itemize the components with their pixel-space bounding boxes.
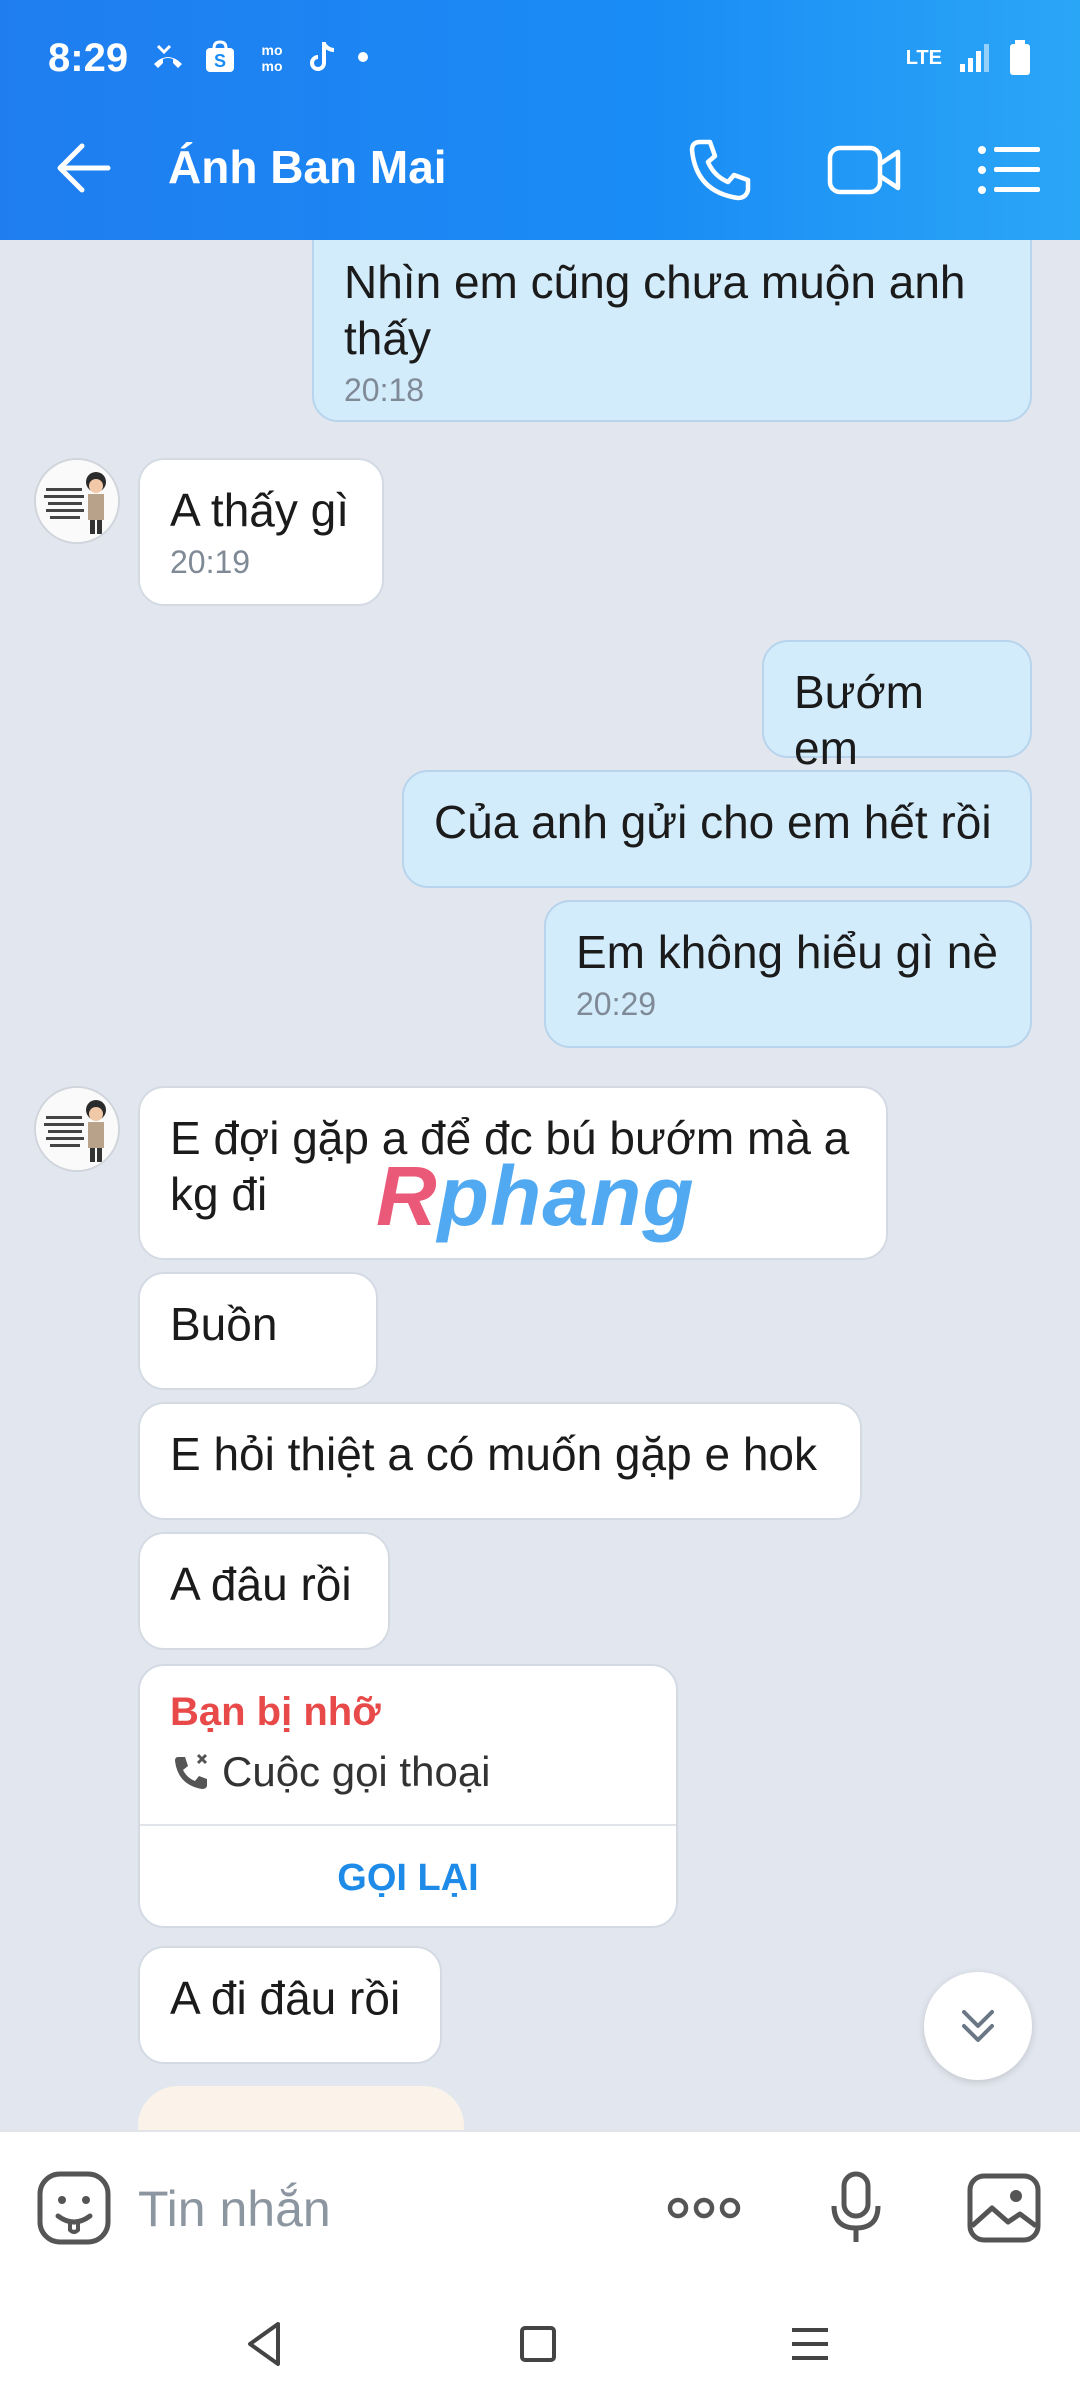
contact-name[interactable]: Ánh Ban Mai	[168, 140, 447, 194]
watermark-first-letter: R	[376, 1149, 438, 1243]
missed-call-type: Cuộc gọi thoại	[222, 1748, 491, 1795]
system-navigation-bar	[0, 2280, 1080, 2408]
message-bubble-partial[interactable]	[138, 2086, 464, 2130]
notification-icons: S mo mo	[150, 40, 370, 74]
tiktok-icon	[310, 42, 335, 71]
message-bubble-outgoing[interactable]: Của anh gửi cho em hết rồi	[402, 770, 1032, 888]
message-text: A đâu rồi	[170, 1558, 352, 1610]
phone-call-icon[interactable]	[682, 132, 758, 208]
chat-area[interactable]: Nhìn em cũng chưa muộn anh thấy 20:18 A …	[0, 240, 1080, 2130]
missed-call-title: Bạn bị nhỡ	[170, 1690, 381, 1734]
call-back-button[interactable]: GỌI LẠI	[140, 1826, 676, 1930]
message-bubble-incoming[interactable]: E hỏi thiệt a có muốn gặp e hok	[138, 1402, 862, 1520]
missed-call-subtitle: Cuộc gọi thoại	[170, 1748, 491, 1796]
message-text: Của anh gửi cho em hết rồi	[434, 796, 992, 848]
message-input[interactable]: Tin nhắn	[138, 2180, 331, 2238]
svg-text:S: S	[214, 51, 226, 71]
message-text: A thấy gì	[170, 484, 350, 536]
avatar-image-icon	[36, 460, 118, 542]
signal-icon	[960, 44, 989, 72]
more-options-icon[interactable]	[664, 2168, 744, 2248]
back-arrow-icon[interactable]	[50, 134, 118, 202]
message-time: 20:29	[576, 986, 657, 1022]
message-bubble-incoming[interactable]: A đâu rồi	[138, 1532, 390, 1650]
message-time: 20:19	[170, 544, 251, 580]
message-text: Nhìn em cũng chưa muộn anh thấy	[344, 256, 966, 364]
nav-home-icon[interactable]	[508, 2314, 568, 2374]
dot-icon	[358, 52, 368, 62]
chat-header: Ánh Ban Mai	[0, 96, 1080, 240]
momo-icon: momo	[262, 42, 283, 73]
svg-text:mo: mo	[262, 42, 283, 58]
top-bar: 8:29 S mo mo LTE Ánh Ban Mai	[0, 0, 1080, 240]
contact-avatar[interactable]	[34, 458, 120, 544]
emoji-sticker-icon[interactable]	[34, 2168, 114, 2248]
message-bubble-incoming[interactable]: Buồn	[138, 1272, 378, 1390]
message-bubble-incoming[interactable]: A đi đâu rồi	[138, 1946, 442, 2064]
status-time: 8:29	[48, 36, 129, 80]
message-bubble-incoming[interactable]: A thấy gì 20:19	[138, 458, 384, 606]
nav-back-icon[interactable]	[236, 2314, 296, 2374]
svg-text:mo: mo	[262, 58, 283, 73]
message-bubble-outgoing[interactable]: Bướm em	[762, 640, 1032, 774]
shopee-icon: S	[206, 40, 234, 72]
contact-avatar[interactable]	[34, 1086, 120, 1172]
scroll-to-bottom-button[interactable]	[924, 1972, 1032, 2080]
network-type: LTE	[905, 46, 942, 69]
message-bubble-outgoing[interactable]: Nhìn em cũng chưa muộn anh thấy 20:18	[312, 240, 1032, 422]
video-call-icon[interactable]	[826, 132, 902, 208]
message-text: E hỏi thiệt a có muốn gặp e hok	[170, 1428, 817, 1480]
nav-recents-icon[interactable]	[780, 2314, 840, 2374]
missed-call-notif-icon	[154, 44, 182, 68]
message-bubble-outgoing[interactable]: Em không hiểu gì nè 20:29	[544, 900, 1032, 1048]
battery-icon	[1010, 40, 1030, 75]
watermark-rest: phang	[437, 1149, 695, 1243]
missed-call-icon	[175, 1753, 208, 1789]
message-text: Bướm em	[794, 666, 924, 774]
system-status: LTE	[906, 40, 1032, 76]
double-chevron-down-icon	[962, 2010, 994, 2042]
missed-call-card: Bạn bị nhỡ Cuộc gọi thoại GỌI LẠI	[138, 1664, 678, 1928]
image-gallery-icon[interactable]	[964, 2168, 1044, 2248]
watermark-logo: Rphang	[376, 1148, 695, 1245]
message-time: 20:18	[344, 372, 425, 408]
message-text: Buồn	[170, 1298, 278, 1350]
message-text: Em không hiểu gì nè	[576, 926, 998, 978]
message-text: A đi đâu rồi	[170, 1972, 401, 2024]
message-input-bar: Tin nhắn	[0, 2130, 1080, 2280]
menu-list-icon[interactable]	[970, 132, 1046, 208]
status-bar: 8:29 S mo mo LTE	[0, 0, 1080, 96]
microphone-icon[interactable]	[816, 2168, 896, 2248]
avatar-image-icon	[36, 1088, 118, 1170]
